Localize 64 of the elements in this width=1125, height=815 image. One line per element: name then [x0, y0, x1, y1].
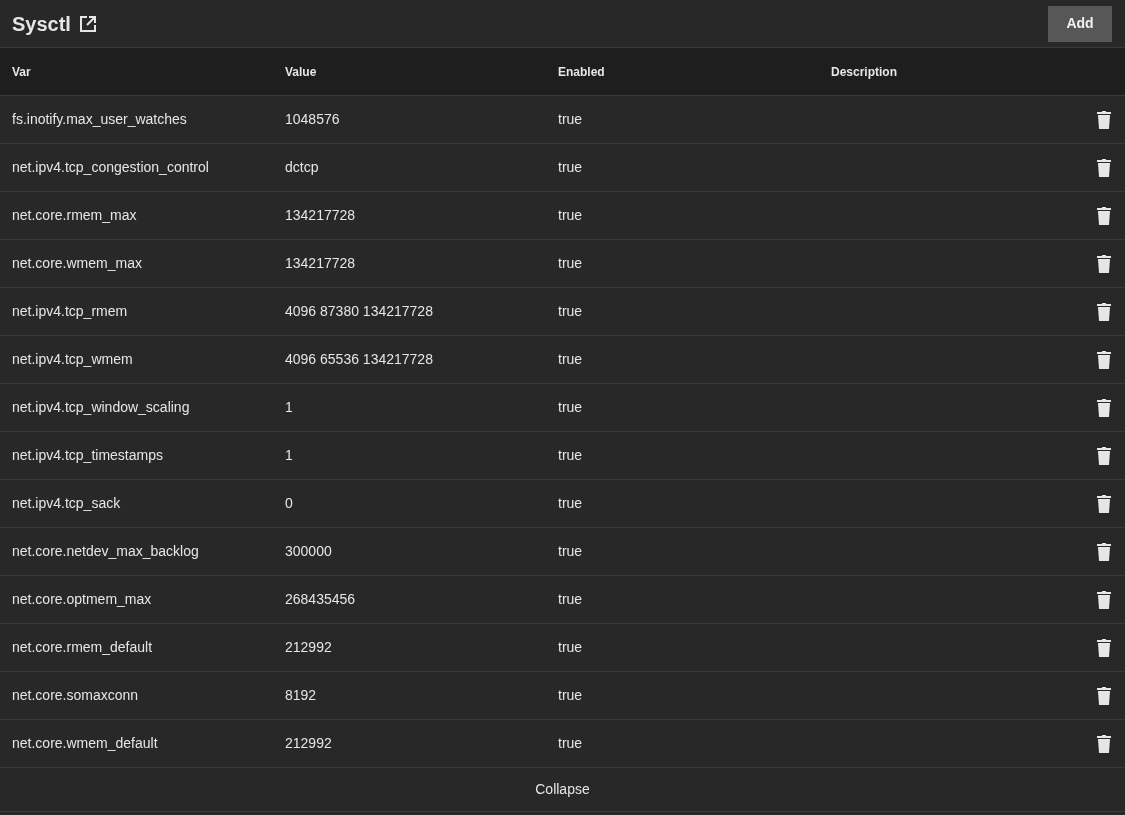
table-cell-text: 4096 87380 134217728: [285, 302, 434, 321]
table-cell-text: dctcp: [285, 158, 320, 177]
table-cell-text: true: [558, 590, 584, 609]
trash-icon[interactable]: [1097, 398, 1111, 417]
trash-icon[interactable]: [1097, 254, 1111, 273]
add-button[interactable]: Add: [1048, 5, 1112, 42]
table-cell-text: net.core.optmem_max: [12, 590, 153, 609]
table-cell-text: true: [558, 350, 584, 369]
column-header[interactable]: Value: [285, 62, 558, 81]
table-cell-text: net.ipv4.tcp_wmem: [12, 350, 134, 369]
table-cell-text: 1: [285, 446, 294, 465]
table-cell-text: 1: [285, 398, 294, 417]
table-cell-text: true: [558, 734, 584, 753]
table-cell-text: net.ipv4.tcp_window_scaling: [12, 398, 191, 417]
table-cell-text: true: [558, 302, 584, 321]
table-cell-text: 134217728: [285, 206, 357, 225]
trash-icon[interactable]: [1097, 350, 1111, 369]
table-cell-text: net.ipv4.tcp_sack: [12, 494, 122, 513]
table-cell-text: true: [558, 446, 584, 465]
table-cell-text: 212992: [285, 638, 333, 657]
table-cell-text: true: [558, 206, 584, 225]
card-title: Sysctl: [12, 11, 71, 37]
table-cell-text: 0: [285, 494, 294, 513]
table-cell-text: net.core.rmem_max: [12, 206, 138, 225]
table-cell-text: 212992: [285, 734, 333, 753]
table-cell-text: true: [558, 158, 584, 177]
collapse-button[interactable]: Collapse: [535, 779, 590, 800]
table-cell-text: true: [558, 686, 584, 705]
table-cell-text: net.ipv4.tcp_congestion_control: [12, 158, 210, 177]
table-cell-text: true: [558, 542, 584, 561]
table-cell-text: net.ipv4.tcp_timestamps: [12, 446, 164, 465]
column-header[interactable]: Var: [12, 62, 285, 81]
trash-icon[interactable]: [1097, 638, 1111, 657]
trash-icon[interactable]: [1097, 734, 1111, 753]
table-cell-text: true: [558, 398, 584, 417]
trash-icon[interactable]: [1097, 110, 1111, 129]
column-header[interactable]: Description: [831, 62, 1125, 81]
trash-icon[interactable]: [1097, 158, 1111, 177]
trash-icon[interactable]: [1097, 590, 1111, 609]
table-cell-text: net.ipv4.tcp_rmem: [12, 302, 129, 321]
table-cell-text: true: [558, 110, 584, 129]
external-link-icon[interactable]: [78, 14, 97, 33]
table-cell-text: 8192: [285, 686, 318, 705]
table-cell-text: 1048576: [285, 110, 341, 129]
trash-icon[interactable]: [1097, 302, 1111, 321]
table-cell-text: 4096 65536 134217728: [285, 350, 434, 369]
column-header[interactable]: Enabled: [558, 62, 831, 81]
table-cell-text: 268435456: [285, 590, 357, 609]
trash-icon[interactable]: [1097, 206, 1111, 225]
trash-icon[interactable]: [1097, 446, 1111, 465]
table-cell-text: net.core.wmem_default: [12, 734, 159, 753]
table-cell-text: net.core.netdev_max_backlog: [12, 542, 200, 561]
table-cell-text: net.core.somaxconn: [12, 686, 140, 705]
trash-icon[interactable]: [1097, 542, 1111, 561]
trash-icon[interactable]: [1097, 686, 1111, 705]
table-cell-text: net.core.wmem_max: [12, 254, 143, 273]
table-cell-text: true: [558, 254, 584, 273]
table-cell-text: net.core.rmem_default: [12, 638, 154, 657]
table-cell-text: fs.inotify.max_user_watches: [12, 110, 188, 129]
table-cell-text: 300000: [285, 542, 333, 561]
trash-icon[interactable]: [1097, 494, 1111, 513]
table-cell-text: true: [558, 638, 584, 657]
table-cell-text: 134217728: [285, 254, 357, 273]
table-cell-text: true: [558, 494, 584, 513]
